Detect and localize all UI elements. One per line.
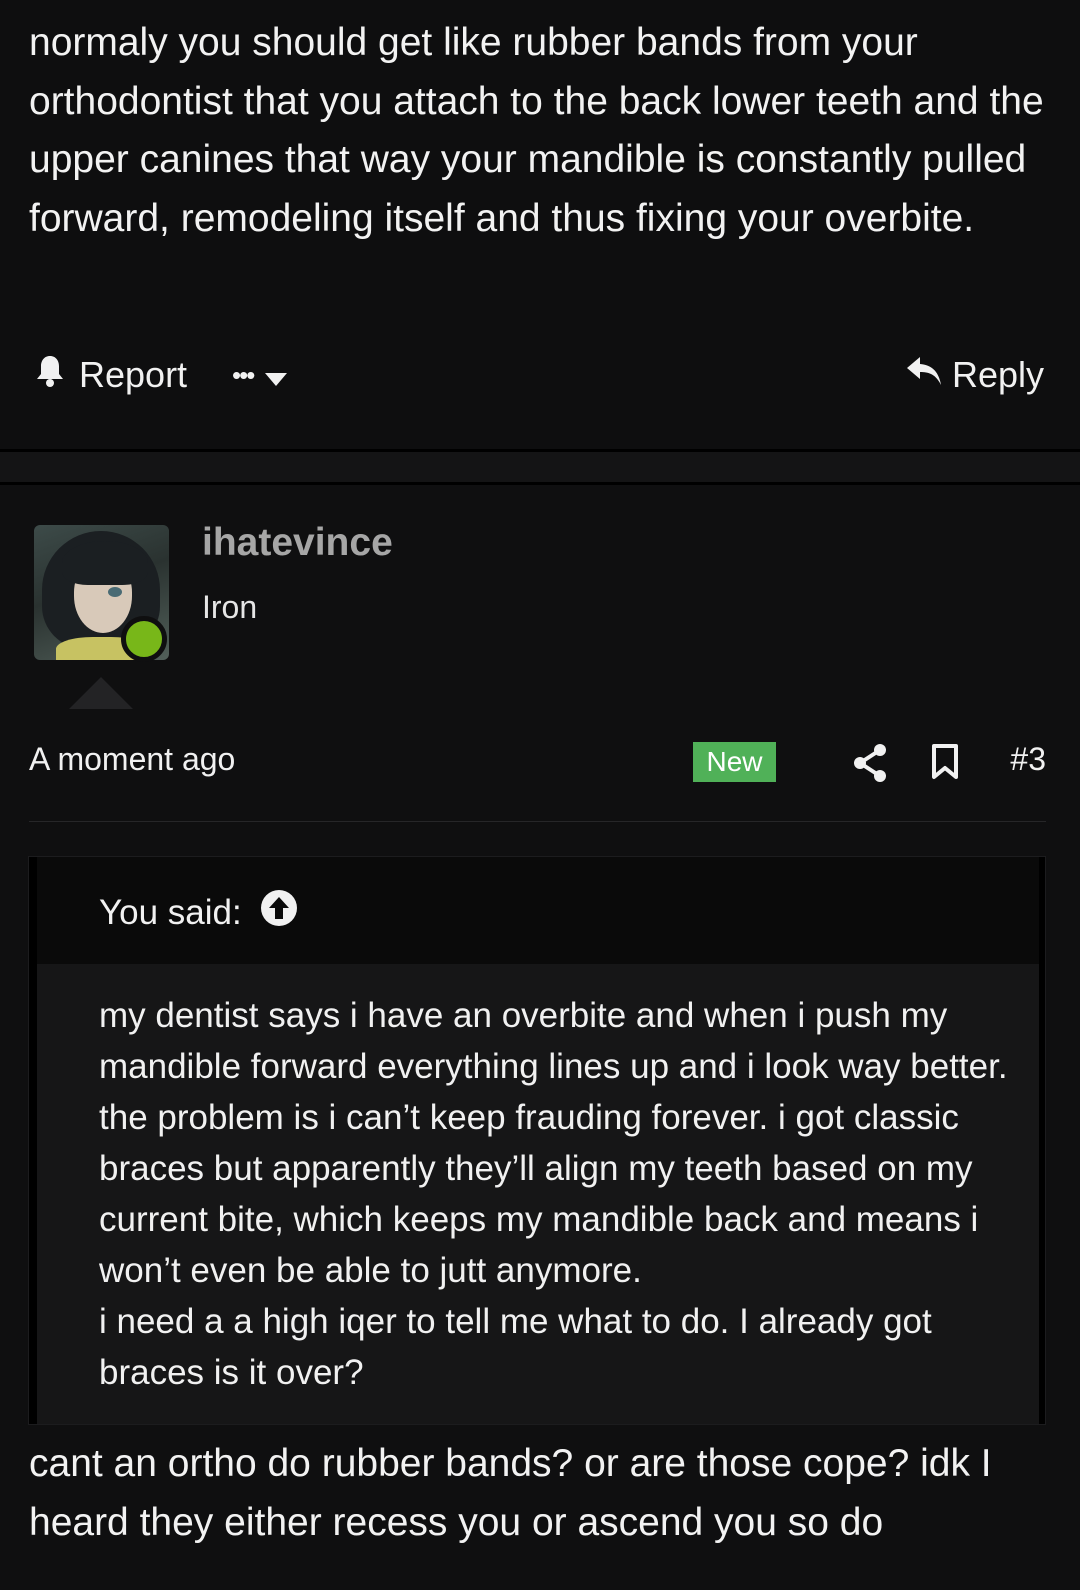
caret-down-icon xyxy=(265,354,288,396)
previous-post-body: normaly you should get like rubber bands… xyxy=(29,21,1044,240)
more-options-button[interactable]: ••• xyxy=(232,345,288,405)
report-button[interactable]: Report xyxy=(35,345,187,405)
quote-header: You said: xyxy=(37,857,1039,964)
post-number-link[interactable]: #3 xyxy=(1010,741,1046,778)
share-button[interactable] xyxy=(852,743,888,783)
post-separator xyxy=(0,449,1080,485)
avatar-eye xyxy=(108,587,122,597)
avatar-caret-icon xyxy=(69,677,133,709)
bookmark-button[interactable] xyxy=(930,743,966,783)
reply-label: Reply xyxy=(951,354,1044,395)
bell-icon xyxy=(35,354,65,397)
thread-page: normaly you should get like rubber bands… xyxy=(0,0,1080,1590)
quote-block: You said: my dentist says i have an over… xyxy=(28,856,1046,1425)
share-icon xyxy=(852,744,888,787)
bookmark-icon xyxy=(930,744,960,785)
post-meta: A moment ago New #3 xyxy=(0,735,1080,791)
report-label: Report xyxy=(79,354,188,395)
username[interactable]: ihatevince xyxy=(202,521,393,565)
new-badge: New xyxy=(693,742,776,782)
post: ihatevince Iron A moment ago New #3 You … xyxy=(0,485,1080,1590)
meta-divider xyxy=(29,821,1046,822)
user-title: Iron xyxy=(202,589,258,625)
reply-button[interactable]: Reply xyxy=(906,345,1044,405)
quote-header-label: You said: xyxy=(99,892,242,932)
previous-post-actions: Report ••• Reply xyxy=(0,345,1080,405)
reply-arrow-icon xyxy=(906,354,942,396)
previous-post: normaly you should get like rubber bands… xyxy=(0,0,1080,449)
post-body: cant an ortho do rubber bands? or are th… xyxy=(29,1442,992,1544)
quote-body: my dentist says i have an overbite and w… xyxy=(37,964,1039,1424)
arrow-up-circle-icon xyxy=(260,889,298,936)
avatar-bangs xyxy=(62,541,148,585)
quote-text: my dentist says i have an overbite and w… xyxy=(99,996,1008,1392)
quote-source-link[interactable]: You said: xyxy=(99,889,298,936)
online-status-indicator xyxy=(121,616,167,662)
post-timestamp[interactable]: A moment ago xyxy=(29,741,235,778)
ellipsis-icon: ••• xyxy=(232,359,255,390)
